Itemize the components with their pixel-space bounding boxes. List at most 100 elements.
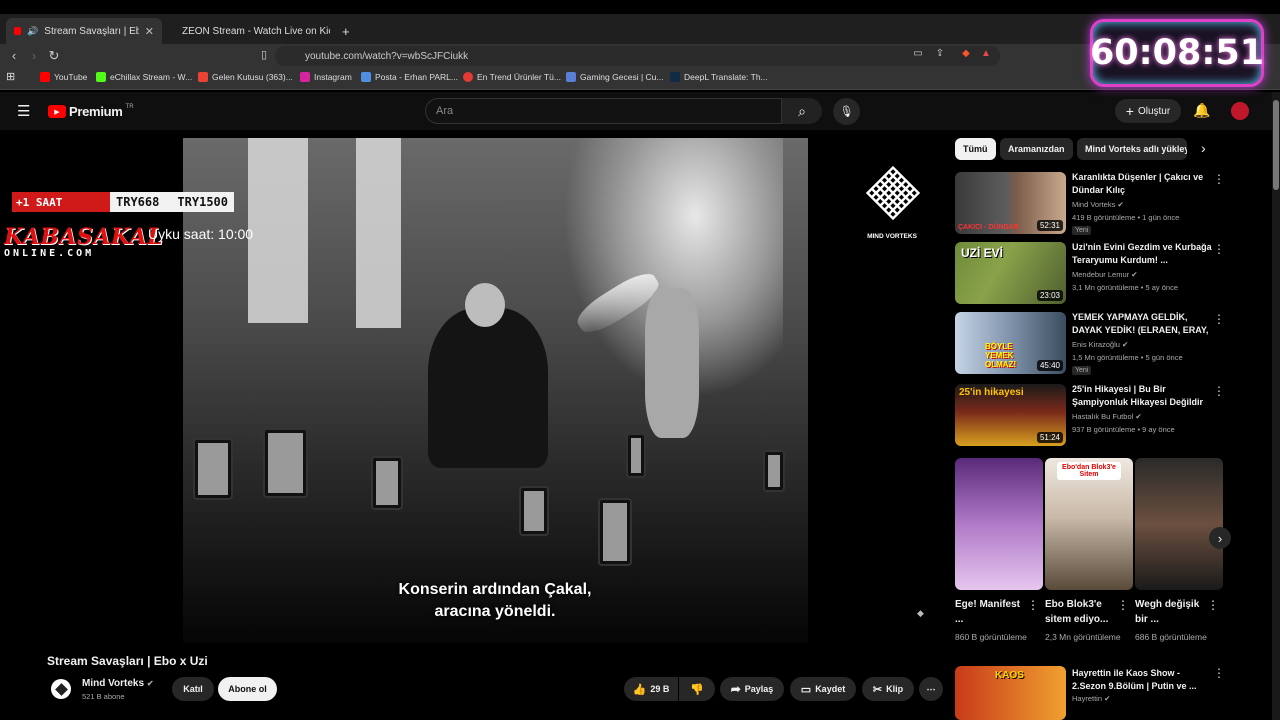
share-button[interactable]: ➦ Paylaş — [720, 677, 784, 701]
more-options-icon[interactable]: ⋮ — [1027, 598, 1039, 612]
short-views: 860 B görüntüleme — [955, 632, 1027, 642]
rewards-icon[interactable]: ▲ — [978, 48, 994, 59]
clip-button[interactable]: ✂ Klip — [862, 677, 914, 701]
more-options-icon[interactable]: ⋮ — [1213, 312, 1225, 326]
more-options-icon[interactable]: ⋮ — [1117, 598, 1129, 612]
channel-name[interactable]: Mind Vorteks ✔ — [82, 678, 154, 689]
brave-shield-icon[interactable]: ◆ — [958, 48, 974, 59]
search-input[interactable]: Ara — [425, 98, 782, 124]
page-scrollbar[interactable] — [1272, 92, 1280, 720]
url-field[interactable]: youtube.com/watch?v=wbScJFCiukk — [275, 46, 1000, 66]
scrollbar-thumb[interactable] — [1273, 100, 1279, 190]
avatar[interactable] — [1231, 102, 1249, 120]
crowd-phone — [263, 428, 308, 498]
channel-avatar[interactable] — [51, 679, 71, 699]
tab-active[interactable]: 🔊 Stream Savaşları | Ebo x Uzi - ✕ — [6, 18, 162, 44]
bookmark-instagram[interactable]: Instagram — [300, 72, 352, 82]
deepl-icon — [670, 72, 680, 82]
rec-meta: 3,1 Mn görüntüleme • 5 ay önce — [1072, 283, 1179, 292]
youtube-play-icon: ▶ — [48, 105, 66, 118]
chip-all[interactable]: Tümü — [955, 138, 996, 160]
back-icon[interactable]: ‹ — [6, 48, 22, 63]
rec-title: Uzi'nin Evini Gezdim ve Kurbağa Teraryum… — [1072, 242, 1212, 265]
bookmark-deepl[interactable]: DeepL Translate: Th... — [670, 72, 768, 82]
more-options-icon[interactable]: ⋮ — [1207, 598, 1219, 612]
short-item[interactable]: Ebo'dan Blok3'e Sitem Ebo Blok3'e sitem … — [1045, 458, 1133, 643]
bookmark-echillax[interactable]: eChillax Stream - W... — [96, 72, 192, 82]
duration-badge: 52:31 — [1036, 220, 1063, 231]
url-text: youtube.com/watch?v=wbScJFCiukk — [305, 50, 469, 62]
reload-icon[interactable]: ↻ — [46, 48, 62, 64]
bookmark-icon[interactable]: ▯ — [256, 48, 272, 61]
shorts-next-button[interactable]: › — [1209, 527, 1231, 549]
recommendation-item[interactable]: 25'in hikayesi 51:24 25'in Hikayesi | Bu… — [955, 384, 1225, 449]
join-button[interactable]: Katıl — [172, 677, 214, 701]
search-button[interactable]: ⌕ — [782, 98, 822, 124]
tab-kick[interactable]: ZEON Stream - Watch Live on Kick — [168, 18, 330, 44]
performer-head — [465, 283, 505, 327]
short-thumbnail — [955, 458, 1043, 590]
bookmark-trend[interactable]: En Trend Ürünler Tü... — [463, 72, 561, 82]
bookmark-youtube[interactable]: YouTube — [40, 72, 87, 82]
bookmark-gmail[interactable]: Gelen Kutusu (363)... — [198, 72, 293, 82]
save-button[interactable]: ▭ Kaydet — [790, 677, 856, 701]
donation-goal: TRY1500 — [177, 195, 228, 209]
scissors-icon: ✂ — [872, 683, 883, 696]
close-tab-icon[interactable]: ✕ — [145, 25, 154, 38]
more-options-icon[interactable]: ⋮ — [1213, 242, 1225, 256]
forward-icon[interactable]: › — [26, 48, 42, 63]
recommendation-item[interactable]: UZİ EVİ 23:03 Uzi'nin Evini Gezdim ve Ku… — [955, 242, 1225, 307]
performer — [428, 308, 548, 468]
thumbnail-caption: UZİ EVİ — [961, 246, 1004, 260]
annotation-icon[interactable]: ◆ — [917, 608, 924, 619]
instagram-icon — [300, 72, 310, 82]
cast-icon[interactable]: ▭ — [910, 48, 926, 59]
address-bar-row: ‹ › ↻ ▯ youtube.com/watch?v=wbScJFCiukk … — [0, 44, 1280, 68]
more-actions-button[interactable]: ⋯ — [919, 677, 943, 701]
recommendation-item[interactable]: ÇAKICI - DÜNDAR 52:31 Karanlıkta Düşenle… — [955, 172, 1225, 237]
watermark-text: MIND VORTEKS — [867, 233, 917, 240]
crowd-phone — [371, 456, 403, 510]
speaker-icon: 🔊 — [27, 25, 39, 36]
apps-icon[interactable]: ⊞ — [6, 70, 15, 83]
more-options-icon[interactable]: ⋮ — [1213, 172, 1225, 186]
thumbnail-caption: KAOS — [995, 670, 1024, 681]
short-item[interactable]: Ege! Manifest ... 860 B görüntüleme ⋮ — [955, 458, 1043, 643]
short-views: 686 B görüntüleme — [1135, 632, 1207, 642]
search-icon: ⌕ — [798, 102, 806, 119]
create-button[interactable]: + Oluştur — [1115, 99, 1181, 123]
new-tab-button[interactable]: + — [334, 18, 354, 44]
dislike-button[interactable]: 👎 — [679, 677, 715, 701]
bookmark-mail[interactable]: Posta - Erhan PARL... — [361, 72, 458, 82]
share-icon[interactable]: ⇪ — [932, 48, 948, 59]
tab-title: Stream Savaşları | Ebo x Uzi - — [44, 25, 139, 37]
gaming-icon — [566, 72, 576, 82]
chevron-right-icon[interactable]: › — [1201, 140, 1206, 156]
thumbs-up-icon: 👍 — [632, 683, 647, 696]
verified-icon: ✔ — [1122, 340, 1129, 349]
subscribe-button[interactable]: Abone ol — [218, 677, 277, 701]
like-button[interactable]: 👍 29 B — [624, 677, 678, 701]
sleep-time-text: Uyku saat: 10:00 — [148, 226, 254, 242]
more-options-icon[interactable]: ⋮ — [1213, 666, 1225, 680]
verified-icon: ✔ — [146, 679, 154, 688]
recommendation-item[interactable]: BÖYLE YEMEK OLMAZ! 45:40 YEMEK YAPMAYA G… — [955, 312, 1225, 377]
more-options-icon[interactable]: ⋮ — [1213, 384, 1225, 398]
thumbnail: 25'in hikayesi 51:24 — [955, 384, 1066, 446]
chip-uploader[interactable]: Mind Vorteks adlı yükley — [1077, 138, 1187, 160]
donation-bar-label: +1 SAAT — [12, 192, 110, 212]
notifications-icon[interactable]: 🔔 — [1193, 102, 1210, 119]
short-title: Wegh değişik bir ... — [1135, 599, 1200, 625]
chip-from-search[interactable]: Aramanızdan — [1000, 138, 1073, 160]
bookmark-gaming[interactable]: Gaming Gecesi | Cu... — [566, 72, 663, 82]
thumbnail: BÖYLE YEMEK OLMAZ! 45:40 — [955, 312, 1066, 374]
recommendation-item[interactable]: KAOS Hayrettin ile Kaos Show - 2.Sezon 9… — [955, 666, 1225, 720]
thumbnail-caption: Ebo'dan Blok3'e Sitem — [1057, 462, 1121, 480]
more-horizontal-icon: ⋯ — [926, 683, 936, 694]
voice-search-button[interactable]: 🎙 — [833, 98, 860, 125]
menu-icon[interactable]: ☰ — [17, 102, 30, 120]
short-item[interactable]: Wegh değişik bir ... 686 B görüntüleme ⋮ — [1135, 458, 1223, 643]
youtube-premium-logo[interactable]: ▶ Premium TR — [48, 104, 134, 119]
rec-channel: Enis Kirazoğlu ✔ — [1072, 340, 1129, 349]
video-player[interactable]: MIND VORTEKS Konserin ardından Çakal, ar… — [47, 138, 943, 643]
